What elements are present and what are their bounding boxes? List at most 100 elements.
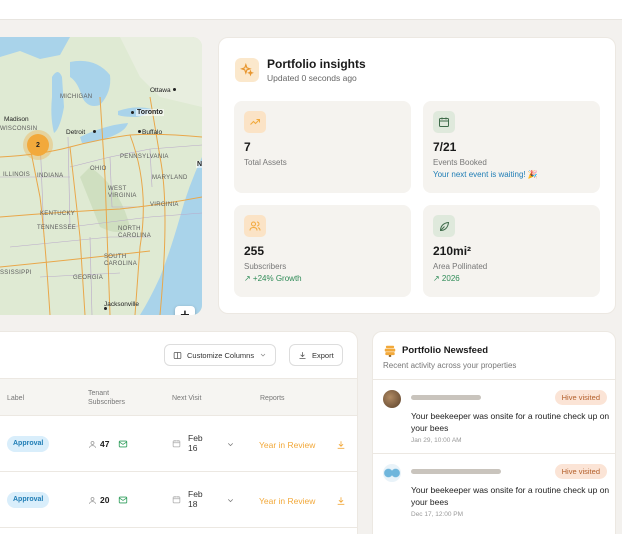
- insights-updated: Updated 0 seconds ago: [267, 73, 357, 83]
- download-icon: [299, 351, 306, 359]
- status-badge: Hive visited: [554, 464, 607, 479]
- newsfeed-title: Portfolio Newsfeed: [402, 345, 489, 356]
- map-city-detroit: Detroit: [66, 129, 86, 136]
- portfolio-newsfeed-card: Portfolio Newsfeed Recent activity acros…: [372, 331, 616, 534]
- mail-check-icon: [119, 496, 128, 504]
- map-city-dot: [173, 88, 176, 91]
- tile-total-assets: 7 Total Assets: [234, 101, 411, 193]
- news-item[interactable]: Hive visited Your beekeeper was onsite f…: [373, 379, 615, 453]
- tile-subscribers: 255 Subscribers ↗ +24% Growth: [234, 205, 411, 297]
- report-link[interactable]: Year in Review: [259, 440, 315, 450]
- news-text: Your beekeeper was onsite for a routine …: [411, 411, 610, 433]
- tile-label: Subscribers: [244, 262, 287, 271]
- subscriber-count: 47: [88, 439, 128, 449]
- news-text: Your beekeeper was onsite for a routine …: [411, 485, 610, 507]
- calendar-icon: [433, 111, 455, 133]
- trending-up-icon: [244, 111, 266, 133]
- download-icon[interactable]: [336, 440, 346, 450]
- beehive-icon: [384, 345, 396, 357]
- column-header-reports[interactable]: Reports: [260, 394, 285, 403]
- portfolio-insights-card: Portfolio insights Updated 0 seconds ago…: [218, 37, 616, 314]
- map-city-ottawa: Ottawa: [150, 87, 171, 94]
- tile-value: 7: [244, 140, 251, 154]
- label-pill: Approval: [7, 492, 50, 508]
- download-icon[interactable]: [336, 496, 346, 506]
- growth-note: ↗ +24% Growth: [244, 274, 302, 283]
- map-zoom-control: + −: [175, 306, 195, 315]
- users-icon: [244, 215, 266, 237]
- map-cluster-marker[interactable]: 2: [27, 134, 49, 156]
- customize-columns-label: Customize Columns: [187, 350, 255, 360]
- tile-value: 7/21: [433, 140, 457, 154]
- map-city-dot: [93, 130, 96, 133]
- column-header-label[interactable]: Label: [7, 394, 24, 403]
- map-label-indiana: INDIANA: [37, 173, 64, 179]
- map-label-south-carolina: SOUTH CAROLINA: [104, 254, 138, 267]
- map-label-wisconsin: WISCONSIN: [0, 126, 38, 132]
- map-label-virginia: VIRGINIA: [150, 202, 179, 208]
- redacted-property-name: [411, 395, 481, 400]
- map-label-west-virginia: WEST VIRGINIA: [108, 186, 137, 199]
- map-label-maryland: MARYLAND: [152, 175, 188, 181]
- map-city-toronto: Toronto: [136, 109, 164, 116]
- map-label-illinois: ILLINOIS: [3, 172, 31, 178]
- tile-label: Total Assets: [244, 158, 287, 167]
- visit-day: 16: [188, 443, 198, 453]
- visit-month: Feb: [188, 489, 203, 499]
- news-timestamp: Jan 29, 10:00 AM: [411, 437, 462, 444]
- zoom-in-button[interactable]: +: [175, 306, 195, 315]
- map-city-dot: [138, 130, 141, 133]
- year-note: ↗ 2026: [433, 274, 460, 283]
- visit-month: Feb: [188, 433, 203, 443]
- news-item[interactable]: Hive visited Your beekeeper was onsite f…: [373, 453, 615, 527]
- calendar-icon: [172, 496, 181, 504]
- status-badge: Hive visited: [554, 390, 607, 405]
- redacted-property-name: [411, 469, 501, 474]
- chevron-down-icon[interactable]: [226, 496, 235, 505]
- tile-events-booked: 7/21 Events Booked Your next event is wa…: [423, 101, 600, 193]
- portfolio-map[interactable]: WISCONSIN MICHIGAN ILLINOIS INDIANA OHIO…: [0, 37, 202, 315]
- avatar: [383, 390, 401, 408]
- news-timestamp: Dec 17, 12:00 PM: [411, 511, 464, 518]
- next-event-link[interactable]: Your next event is waiting! 🎉: [433, 170, 538, 179]
- map-label-pennsylvania: PENNSYLVANIA: [120, 154, 169, 160]
- insights-title: Portfolio insights: [267, 57, 366, 71]
- table-header: Label Tenant Subscribers Next Visit Repo…: [0, 378, 357, 416]
- table-row[interactable]: Approval 47 Feb 16 Year in Review: [0, 416, 357, 472]
- tile-value: 210mi²: [433, 244, 472, 258]
- sparkles-icon: [235, 58, 259, 82]
- columns-icon: [173, 351, 182, 359]
- map-city-buffalo: Buffalo: [142, 129, 163, 136]
- subscriber-count: 20: [88, 495, 128, 505]
- column-header-next-visit[interactable]: Next Visit: [172, 394, 201, 403]
- map-city-new-york: N: [196, 161, 202, 168]
- mail-check-icon: [119, 440, 128, 448]
- map-label-tennessee: TENNESSEE: [37, 225, 77, 231]
- avatar: [383, 464, 401, 482]
- assets-table-card: Customize Columns Export Label Tenant Su…: [0, 331, 358, 534]
- subscriber-value: 20: [100, 495, 110, 505]
- tile-value: 255: [244, 244, 265, 258]
- map-city-jacksonville: Jacksonville: [104, 301, 140, 308]
- newsfeed-subtitle: Recent activity across your properties: [383, 361, 517, 370]
- export-button[interactable]: Export: [289, 344, 343, 366]
- person-icon: [89, 440, 96, 448]
- table-row[interactable]: Approval 20 Feb 18 Year in Review: [0, 472, 357, 528]
- person-icon: [89, 496, 96, 504]
- report-link[interactable]: Year in Review: [259, 496, 315, 506]
- tile-label: Events Booked: [433, 158, 487, 167]
- map-city-madison: Madison: [4, 116, 29, 123]
- calendar-icon: [172, 440, 181, 448]
- next-visit-date: Feb 18: [188, 489, 203, 509]
- chevron-down-icon: [260, 353, 266, 357]
- customize-columns-button[interactable]: Customize Columns: [164, 344, 277, 366]
- map-label-mississippi: SSISSIPPI: [0, 270, 32, 276]
- leaf-icon: [433, 215, 455, 237]
- next-visit-date: Feb 16: [188, 433, 203, 453]
- column-header-tenant-subscribers[interactable]: Tenant Subscribers: [88, 389, 125, 407]
- subscriber-value: 47: [100, 439, 110, 449]
- chevron-down-icon[interactable]: [226, 440, 235, 449]
- label-pill: Approval: [7, 436, 50, 452]
- map-label-north-carolina: NORTH CAROLINA: [118, 226, 152, 239]
- map-label-kentucky: KENTUCKY: [40, 211, 76, 217]
